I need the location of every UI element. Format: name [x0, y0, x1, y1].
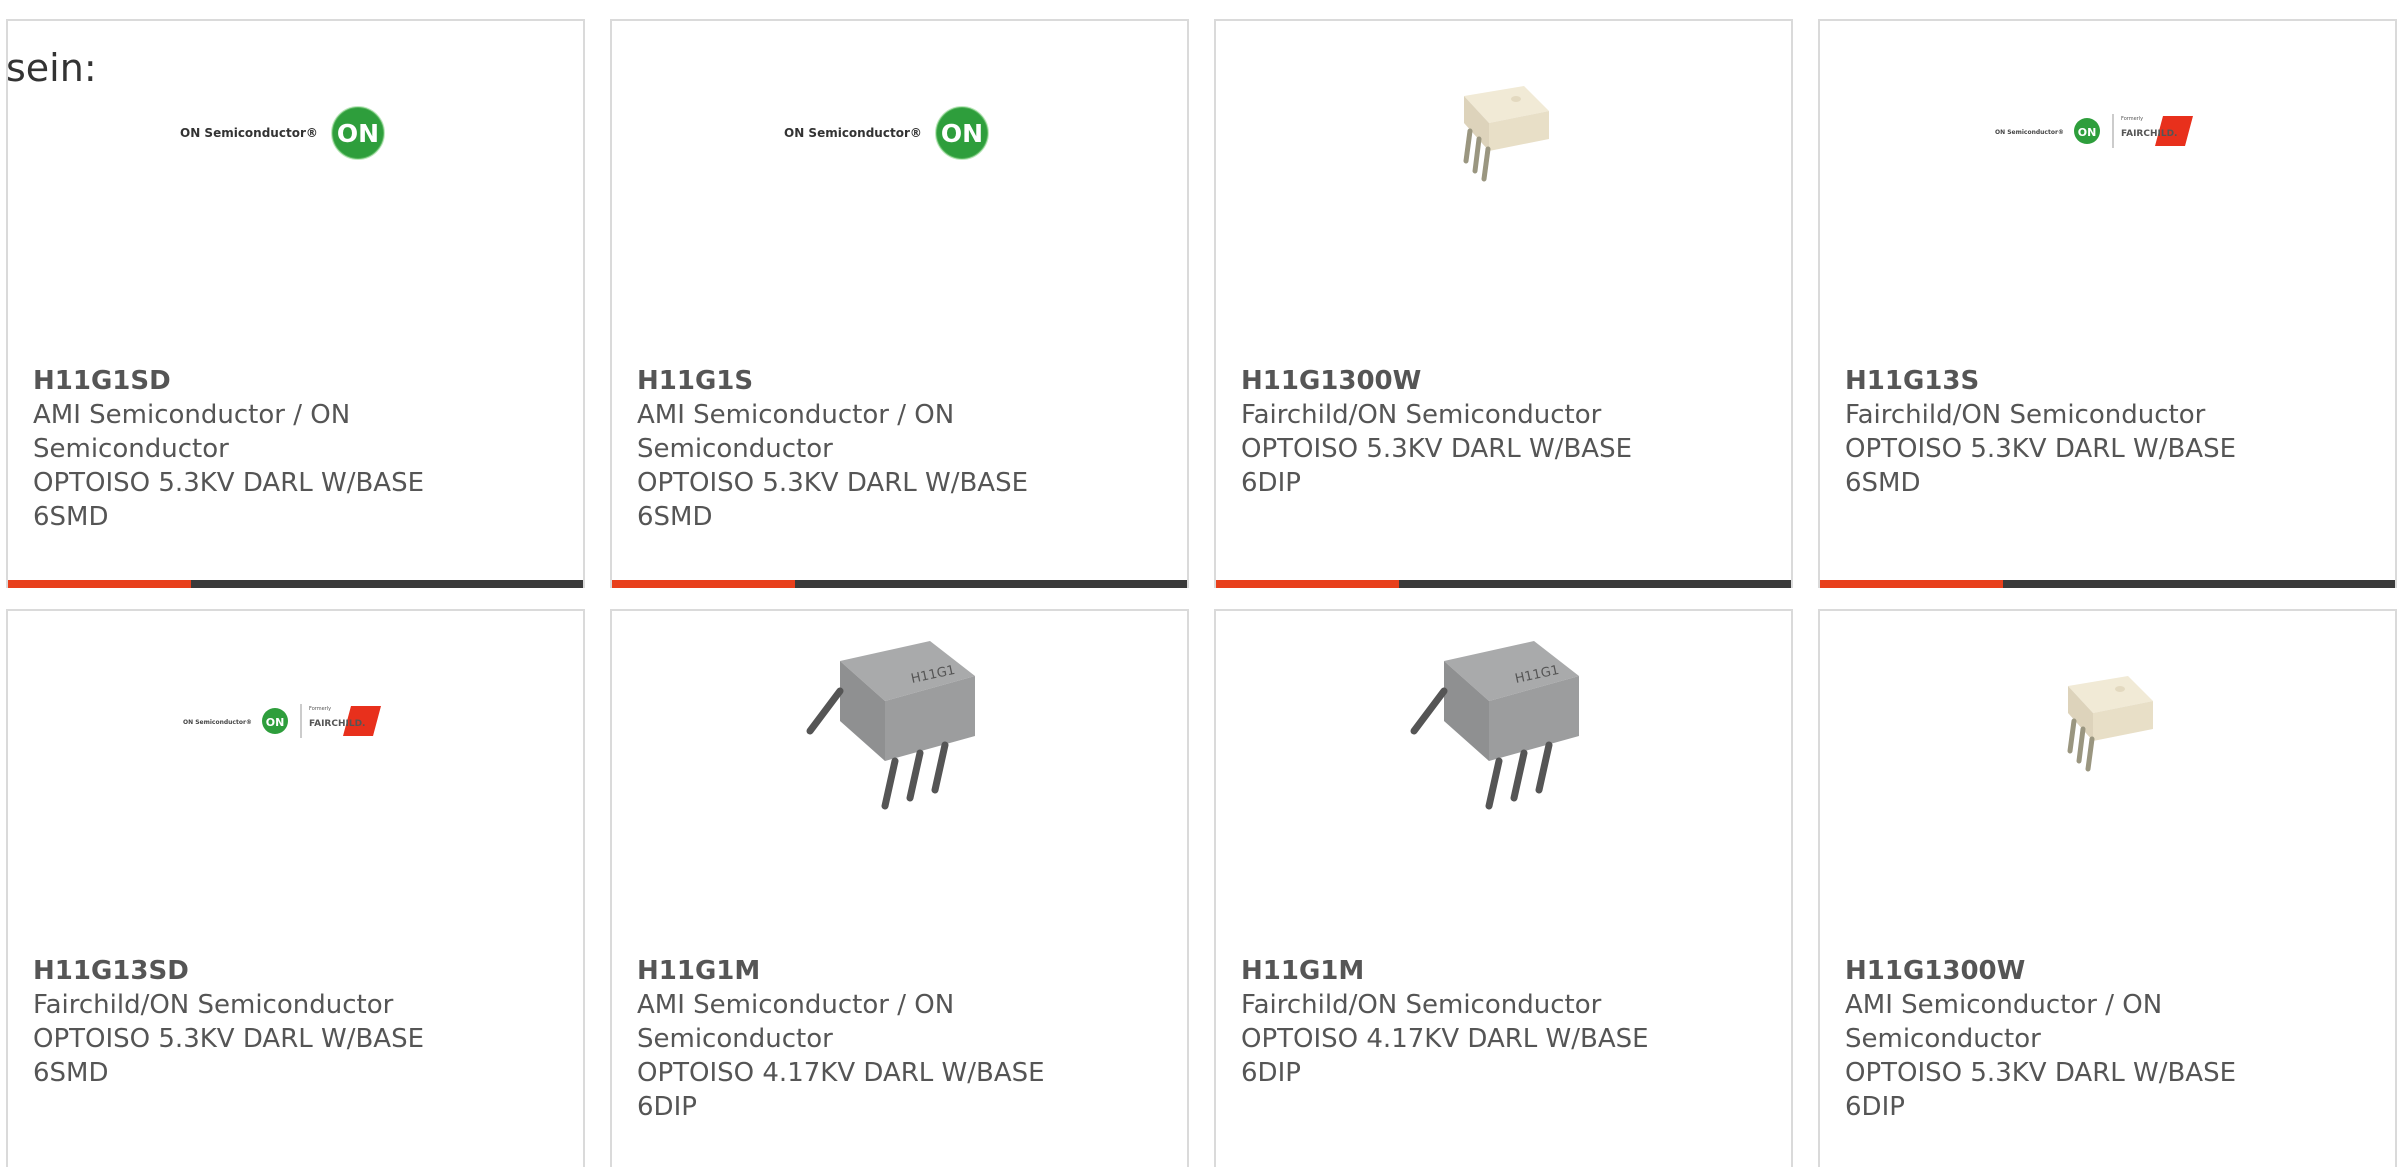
description-line: 6DIP [1241, 1058, 1301, 1088]
part-number-link[interactable]: H11G1SD [33, 364, 473, 398]
description-line: 6SMD [1845, 468, 1921, 498]
product-image[interactable]: ON Semiconductor® ON Formerly FAIRCHILD. [8, 611, 583, 831]
fairchild-wordmark: FAIRCHILD. [2121, 129, 2177, 139]
description-line: 6DIP [1241, 468, 1301, 498]
card-accent-bar [1820, 580, 2003, 588]
description-line: 6DIP [1845, 1092, 1905, 1122]
formerly-text: Formerly [309, 706, 331, 712]
on-badge-text: ON [336, 119, 378, 148]
product-card[interactable]: H11G1 H11G1M AMI Semiconductor / ON Semic… [610, 609, 1189, 1167]
on-badge-text: ON [265, 716, 284, 729]
card-bottom-bar [612, 580, 1187, 588]
product-image[interactable]: H11G1 [612, 611, 1187, 831]
product-image[interactable] [1216, 21, 1791, 241]
part-number-link[interactable]: H11G1300W [1241, 364, 1681, 398]
description-line: OPTOISO 5.3KV DARL W/BASE [1241, 434, 1633, 464]
product-info: H11G1M Fairchild/ON Semiconductor OPTOIS… [1241, 954, 1681, 1090]
card-bottom-bar [1216, 580, 1791, 588]
part-number-link[interactable]: H11G1M [637, 954, 1077, 988]
product-card[interactable]: ON Semiconductor® ON H11G1SD AMI Semicon… [6, 19, 585, 588]
gray-dip-chip-icon: H11G1 [1410, 641, 1579, 810]
on-semiconductor-logo-icon: ON Semiconductor® ON [784, 106, 989, 160]
description-line: OPTOISO 5.3KV DARL W/BASE [1845, 1058, 2237, 1088]
description-line: OPTOISO 5.3KV DARL W/BASE [637, 468, 1029, 498]
product-image[interactable]: ON Semiconductor® ON [612, 21, 1187, 241]
product-info: H11G1300W Fairchild/ON Semiconductor OPT… [1241, 364, 1681, 500]
description-line: OPTOISO 4.17KV DARL W/BASE [1241, 1024, 1649, 1054]
intro-text: sein: [6, 46, 97, 90]
description-line: OPTOISO 5.3KV DARL W/BASE [1845, 434, 2237, 464]
white-dip-chip-icon [2067, 676, 2153, 772]
on-badge-text: ON [2077, 126, 2096, 139]
product-grid-page: sein: ON Semiconductor® ON H11G1SD AMI S… [0, 0, 2400, 1167]
card-accent-bar [8, 580, 191, 588]
part-number-link[interactable]: H11G1300W [1845, 954, 2285, 988]
manufacturer-line: AMI Semiconductor / ON [33, 400, 351, 430]
card-accent-bar [1216, 580, 1399, 588]
manufacturer-line: Semiconductor [1845, 1024, 2041, 1054]
product-info: H11G1SD AMI Semiconductor / ON Semiconduc… [33, 364, 473, 534]
white-dip-chip-icon [1463, 86, 1549, 182]
on-fairchild-logo-icon: ON Semiconductor® ON Formerly FAIRCHILD. [1995, 114, 2193, 148]
product-info: H11G13S Fairchild/ON Semiconductor OPTOI… [1845, 364, 2285, 500]
description-line: 6DIP [637, 1092, 697, 1122]
product-image[interactable]: ON Semiconductor® ON Formerly FAIRCHILD. [1820, 21, 2395, 241]
description-line: OPTOISO 5.3KV DARL W/BASE [33, 468, 425, 498]
product-card[interactable]: ON Semiconductor® ON Formerly FAIRCHILD.… [1818, 19, 2397, 588]
product-image[interactable] [1820, 611, 2395, 831]
product-card[interactable]: H11G1300W Fairchild/ON Semiconductor OPT… [1214, 19, 1793, 588]
description-line: OPTOISO 5.3KV DARL W/BASE [33, 1024, 425, 1054]
product-card[interactable]: H11G1300W AMI Semiconductor / ON Semicond… [1818, 609, 2397, 1167]
logo-wordmark: ON Semiconductor® [183, 719, 252, 726]
product-card[interactable]: ON Semiconductor® ON Formerly FAIRCHILD.… [6, 609, 585, 1167]
description-line: OPTOISO 4.17KV DARL W/BASE [637, 1058, 1045, 1088]
manufacturer-line: Fairchild/ON Semiconductor [33, 990, 394, 1020]
manufacturer-line: Fairchild/ON Semiconductor [1845, 400, 2206, 430]
manufacturer-line: AMI Semiconductor / ON [1845, 990, 2163, 1020]
part-number-link[interactable]: H11G1S [637, 364, 1077, 398]
card-bottom-bar [8, 580, 583, 588]
product-info: H11G1M AMI Semiconductor / ON Semiconduct… [637, 954, 1077, 1124]
part-number-link[interactable]: H11G13S [1845, 364, 2285, 398]
product-info: H11G1S AMI Semiconductor / ON Semiconduct… [637, 364, 1077, 534]
logo-wordmark: ON Semiconductor® [180, 126, 318, 140]
manufacturer-line: Fairchild/ON Semiconductor [1241, 400, 1602, 430]
product-card[interactable]: ON Semiconductor® ON H11G1S AMI Semicond… [610, 19, 1189, 588]
part-number-link[interactable]: H11G1M [1241, 954, 1681, 988]
manufacturer-line: Fairchild/ON Semiconductor [1241, 990, 1602, 1020]
formerly-text: Formerly [2121, 116, 2143, 122]
product-image[interactable]: H11G1 [1216, 611, 1791, 831]
part-number-link[interactable]: H11G13SD [33, 954, 473, 988]
description-line: 6SMD [33, 1058, 109, 1088]
gray-dip-chip-icon: H11G1 [806, 641, 975, 810]
fairchild-wordmark: FAIRCHILD. [309, 719, 365, 729]
on-semiconductor-logo-icon: ON Semiconductor® ON [180, 106, 385, 160]
logo-wordmark: ON Semiconductor® [784, 126, 922, 140]
card-bottom-bar [1820, 580, 2395, 588]
description-line: 6SMD [637, 502, 713, 532]
on-fairchild-logo-icon: ON Semiconductor® ON Formerly FAIRCHILD. [183, 704, 381, 738]
manufacturer-line: Semiconductor [637, 434, 833, 464]
description-line: 6SMD [33, 502, 109, 532]
product-card[interactable]: H11G1 H11G1M Fairchild/ON Semiconductor … [1214, 609, 1793, 1167]
logo-wordmark: ON Semiconductor® [1995, 129, 2064, 136]
manufacturer-line: AMI Semiconductor / ON [637, 990, 955, 1020]
product-info: H11G1300W AMI Semiconductor / ON Semicond… [1845, 954, 2285, 1124]
on-badge-text: ON [940, 119, 982, 148]
card-accent-bar [612, 580, 795, 588]
product-info: H11G13SD Fairchild/ON Semiconductor OPTO… [33, 954, 473, 1090]
manufacturer-line: Semiconductor [637, 1024, 833, 1054]
manufacturer-line: Semiconductor [33, 434, 229, 464]
manufacturer-line: AMI Semiconductor / ON [637, 400, 955, 430]
